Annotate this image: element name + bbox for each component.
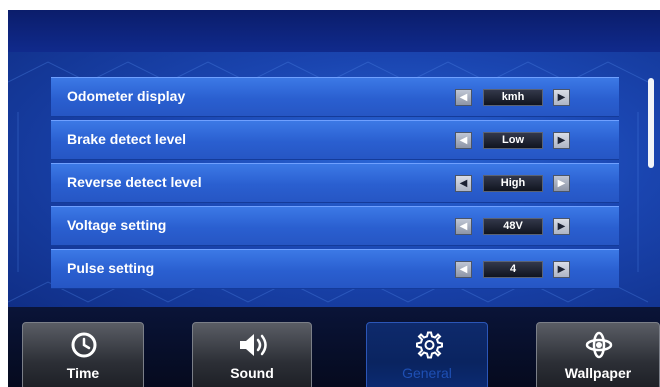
setting-row-pulse-setting[interactable]: Pulse setting ◀ 4 ▶ [51, 249, 619, 289]
tab-label: Sound [230, 365, 274, 381]
tab-label: General [402, 365, 452, 381]
setting-value: kmh [483, 89, 543, 106]
setting-row-voltage-setting[interactable]: Voltage setting ◀ 48V ▶ [51, 206, 619, 246]
tab-time[interactable]: Time [22, 322, 144, 387]
increase-arrow-button[interactable]: ▶ [553, 261, 570, 278]
tab-wallpaper[interactable]: Wallpaper [536, 322, 660, 387]
setting-row-brake-detect-level[interactable]: Brake detect level ◀ Low ▶ [51, 120, 619, 160]
screen: Odometer display ◀ kmh ▶ Brake detect le… [8, 10, 660, 387]
setting-label: Reverse detect level [67, 174, 202, 190]
tab-sound[interactable]: Sound [192, 322, 312, 387]
setting-value: 48V [483, 218, 543, 235]
tab-label: Time [66, 365, 100, 381]
increase-arrow-button[interactable]: ▶ [553, 132, 570, 149]
flower-icon [537, 331, 659, 359]
setting-label: Voltage setting [67, 217, 167, 233]
tab-general[interactable]: General [366, 322, 488, 387]
setting-label: Odometer display [67, 88, 186, 104]
setting-label: Pulse setting [67, 260, 155, 276]
clock-icon [23, 331, 143, 359]
scrollbar[interactable] [648, 78, 654, 168]
setting-row-odometer-display[interactable]: Odometer display ◀ kmh ▶ [51, 77, 619, 117]
setting-value: High [483, 175, 543, 192]
increase-arrow-button[interactable]: ▶ [553, 89, 570, 106]
increase-arrow-button[interactable]: ▶ [553, 175, 570, 192]
setting-value: Low [483, 132, 543, 149]
setting-row-reverse-detect-level[interactable]: Reverse detect level ◀ High ▶ [51, 163, 619, 203]
decrease-arrow-button[interactable]: ◀ [455, 132, 472, 149]
top-bar [8, 10, 660, 52]
setting-label: Brake detect level [67, 131, 187, 147]
increase-arrow-button[interactable]: ▶ [553, 218, 570, 235]
gear-icon [367, 331, 487, 359]
decrease-arrow-button[interactable]: ◀ [455, 261, 472, 278]
tab-label: Wallpaper [564, 365, 632, 381]
decrease-arrow-button[interactable]: ◀ [455, 175, 472, 192]
speaker-icon [193, 331, 311, 359]
settings-list: Odometer display ◀ kmh ▶ Brake detect le… [51, 75, 619, 297]
setting-value: 4 [483, 261, 543, 278]
decrease-arrow-button[interactable]: ◀ [455, 218, 472, 235]
decrease-arrow-button[interactable]: ◀ [455, 89, 472, 106]
